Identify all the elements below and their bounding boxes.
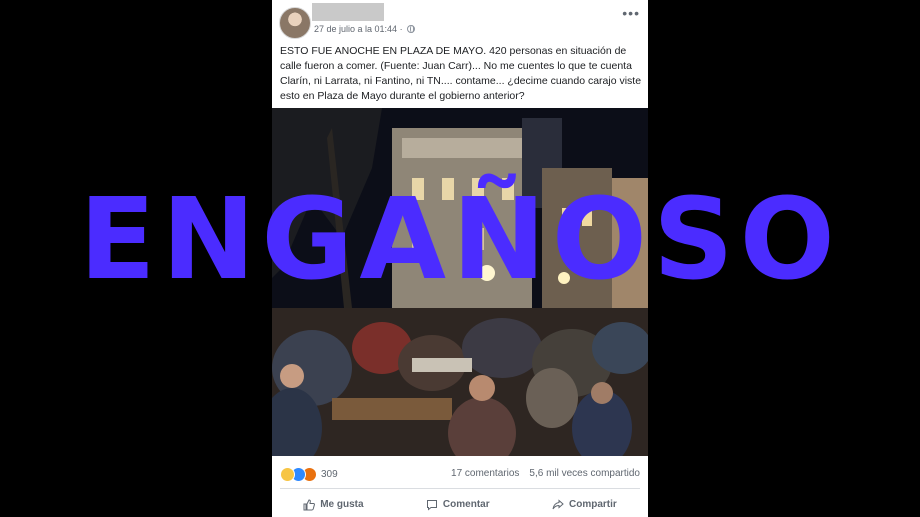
like-button[interactable]: Me gusta	[303, 498, 364, 511]
crowd-scene	[272, 108, 648, 456]
post-actions: Me gusta Comentar Compartir	[272, 492, 648, 517]
post-meta: 27 de julio a la 01:44 ·	[314, 24, 415, 34]
divider	[280, 488, 640, 489]
reactions[interactable]: 309	[280, 467, 338, 482]
reaction-count[interactable]: 309	[321, 469, 338, 480]
share-icon	[552, 498, 564, 509]
comment-label: Comentar	[442, 499, 490, 510]
share-button[interactable]: Compartir	[552, 498, 617, 511]
more-options-icon[interactable]: •••	[622, 6, 640, 20]
share-label: Compartir	[569, 499, 617, 510]
comment-count[interactable]: 17 comentarios	[451, 468, 519, 479]
comment-icon	[426, 499, 437, 511]
post-timestamp[interactable]: 27 de julio a la 01:44 ·	[314, 24, 403, 34]
thumbs-up-icon	[303, 498, 316, 510]
comment-button[interactable]: Comentar	[426, 499, 490, 511]
sad-reaction-icon	[280, 467, 295, 482]
engagement-counts: 17 comentarios 5,6 mil veces compartido	[451, 468, 640, 479]
post-stats: 309 17 comentarios 5,6 mil veces compart…	[272, 456, 648, 490]
post-header: 27 de julio a la 01:44 · •••	[272, 0, 648, 40]
facebook-post: 27 de julio a la 01:44 · ••• ESTO FUE AN…	[272, 0, 648, 517]
like-label: Me gusta	[320, 499, 364, 510]
globe-icon	[406, 25, 415, 33]
redacted-author-name	[312, 3, 384, 21]
post-text: ESTO FUE ANOCHE EN PLAZA DE MAYO. 420 pe…	[280, 45, 642, 102]
stage: 27 de julio a la 01:44 · ••• ESTO FUE AN…	[0, 0, 920, 517]
post-photo[interactable]	[272, 108, 648, 456]
share-count[interactable]: 5,6 mil veces compartido	[529, 468, 640, 479]
avatar[interactable]	[279, 7, 311, 39]
